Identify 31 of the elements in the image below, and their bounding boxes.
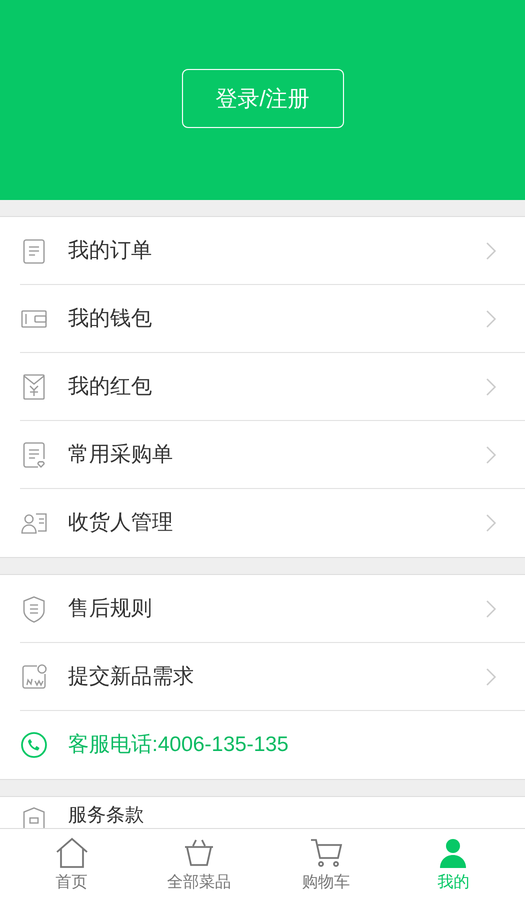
tab-item[interactable]: 首页 — [8, 829, 136, 902]
menu-item[interactable]: 提交新品需求 — [0, 643, 525, 711]
new-tag-icon — [20, 663, 48, 691]
hotline-text: 客服电话:4006-135-135 — [68, 732, 289, 758]
chevron-icon — [485, 445, 497, 465]
cart-icon — [309, 836, 344, 868]
menu-item[interactable]: 收货人管理 — [0, 489, 525, 557]
home-icon — [54, 836, 89, 868]
tab-item[interactable]: 全部菜品 — [135, 829, 262, 902]
menu-label: 我的钱包 — [68, 306, 152, 332]
menu-item[interactable]: 我的订单 — [0, 217, 525, 285]
chevron-icon — [485, 309, 497, 329]
menu-item[interactable]: 我的钱包 — [0, 285, 525, 353]
menu-item[interactable]: 售后规则 — [0, 575, 525, 643]
menu-label: 我的订单 — [68, 238, 152, 264]
phone-icon — [20, 731, 48, 759]
menu-label: 常用采购单 — [68, 442, 173, 468]
tab-item[interactable]: 购物车 — [262, 829, 390, 902]
menu-label: 我的红包 — [68, 374, 152, 400]
chevron-icon — [485, 599, 497, 619]
menu-label: 提交新品需求 — [68, 664, 194, 690]
menu-item[interactable]: 常用采购单 — [0, 421, 525, 489]
menu-item[interactable]: 我的红包 — [0, 353, 525, 421]
chevron-icon — [485, 667, 497, 687]
menu-item[interactable]: 服务条款 — [0, 797, 525, 828]
menu-label: 售后规则 — [68, 596, 152, 622]
menu-label: 收货人管理 — [68, 510, 173, 536]
chevron-icon — [485, 377, 497, 397]
chevron-icon — [485, 241, 497, 261]
menu-label: 服务条款 — [68, 804, 144, 828]
chevron-icon — [485, 513, 497, 533]
